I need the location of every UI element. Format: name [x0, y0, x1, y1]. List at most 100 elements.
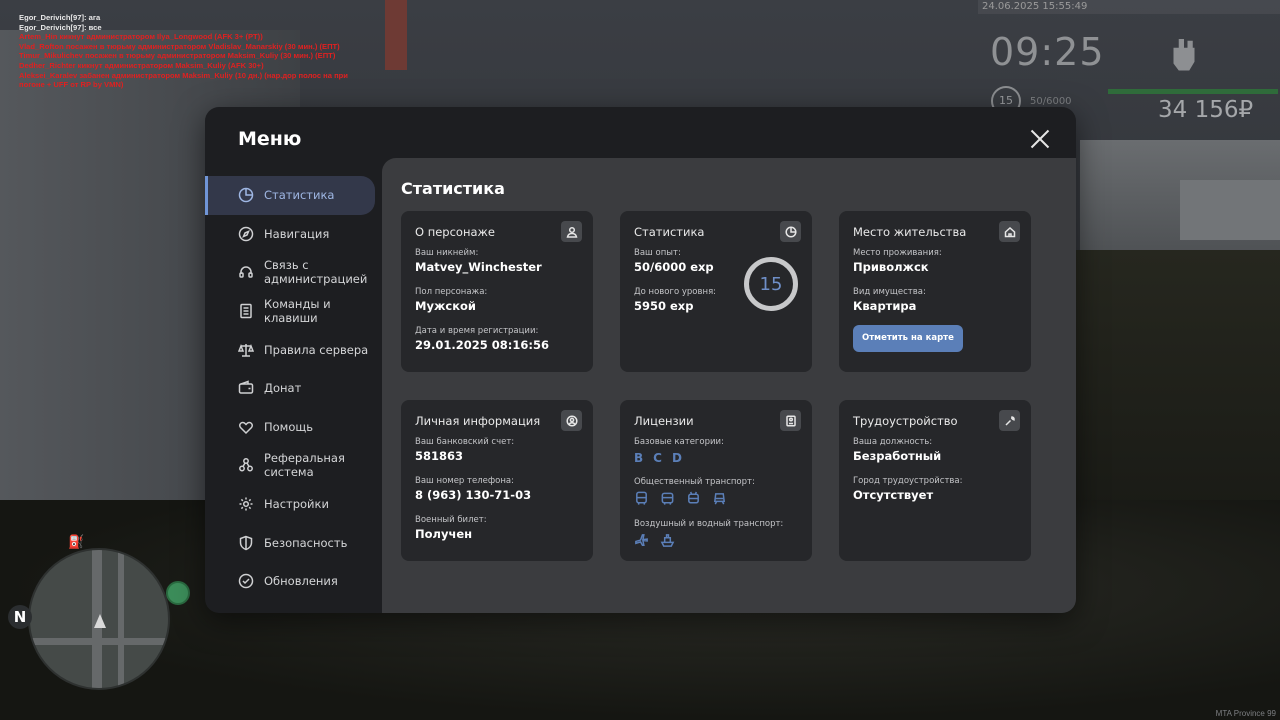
keyboard-list-icon	[237, 302, 255, 320]
residence-place-label: Место проживания:	[853, 248, 942, 258]
sidebar-item-admin-contact[interactable]: Связь с администрацией	[205, 253, 381, 292]
hud-datetime: 24.06.2025 15:55:49	[978, 0, 1280, 14]
license-category: D	[671, 451, 682, 465]
chat-line: Dedher_Richter кикнут администратором Ma…	[19, 60, 264, 70]
health-bar	[1108, 89, 1278, 94]
sidebar-item-navigation[interactable]: Навигация	[205, 215, 381, 254]
sidebar-item-label: Правила сервера	[264, 342, 369, 357]
residence-place-value: Приволжск	[853, 260, 929, 274]
sidebar-item-label: Обновления	[264, 574, 338, 589]
hud-money: 34 156₽	[1158, 97, 1254, 123]
sidebar-item-commands[interactable]: Команды и клавиши	[205, 292, 381, 331]
base-categories: B C D	[634, 451, 798, 465]
level-ring: 15	[744, 257, 798, 311]
tram-icon	[712, 491, 728, 507]
military-id-value: Получен	[415, 527, 473, 541]
check-circle-icon	[237, 572, 255, 590]
wallet-icon	[237, 379, 255, 397]
shield-icon	[237, 534, 255, 552]
gender-value: Мужской	[415, 299, 476, 313]
sidebar-item-rules[interactable]: Правила сервера	[205, 330, 381, 369]
registration-value: 29.01.2025 08:16:56	[415, 338, 549, 352]
user-icon	[561, 221, 582, 242]
card-residence: Место жительства Место проживания: Приво…	[839, 211, 1031, 372]
chat-line: Timur_Mikulichev посажен в тюрьму админи…	[19, 51, 336, 61]
bus-stop-icon	[166, 581, 190, 605]
sidebar-item-label: Донат	[264, 381, 302, 396]
sidebar-item-label: Команды и клавиши	[264, 297, 331, 326]
sidebar-item-security[interactable]: Безопасность	[205, 523, 381, 562]
position-value: Безработный	[853, 449, 942, 463]
menu-title: Меню	[238, 128, 302, 150]
property-type-value: Квартира	[853, 299, 917, 313]
bank-account-value: 581863	[415, 449, 464, 463]
air-water-licenses	[634, 533, 798, 549]
property-type-label: Вид имущества:	[853, 287, 926, 297]
card-title: О персонаже	[415, 225, 495, 239]
card-personal-info: Личная информация Ваш банковский счет: 5…	[401, 400, 593, 561]
chat-line: Egor_Derivich[97]: ага	[19, 13, 101, 22]
card-title: Лицензии	[634, 414, 694, 428]
phone-label: Ваш номер телефона:	[415, 476, 514, 486]
chat-line: Vlad_Rofton посажен в тюрьму администрат…	[19, 41, 340, 51]
tools-icon	[999, 410, 1020, 431]
sidebar-item-settings[interactable]: Настройки	[205, 485, 381, 524]
card-persona: О персонаже Ваш никнейм: Matvey_Winchest…	[401, 211, 593, 372]
position-label: Ваша должность:	[853, 437, 933, 447]
nickname-label: Ваш никнейм:	[415, 248, 479, 258]
player-arrow-icon	[94, 614, 106, 628]
sidebar-item-label: Настройки	[264, 497, 329, 512]
sidebar-item-help[interactable]: Помощь	[205, 408, 381, 447]
fist-icon	[1163, 32, 1205, 74]
chat-line: Aleksei_Karalev забанен администратором …	[19, 70, 348, 90]
headset-icon	[237, 263, 255, 281]
boat-icon	[660, 533, 676, 549]
chimney	[385, 0, 407, 70]
gear-icon	[237, 495, 255, 513]
scales-icon	[237, 341, 255, 359]
sidebar-item-label: Безопасность	[264, 535, 348, 550]
card-title: Трудоустройство	[853, 414, 958, 428]
card-title: Место жительства	[853, 225, 967, 239]
chat-line: Artem_Hin кикнут администратором Ilya_Lo…	[19, 32, 263, 42]
id-card-icon	[780, 410, 801, 431]
public-transport-label: Общественный транспорт:	[634, 477, 755, 487]
menu-sidebar: Статистика Навигация Связь с администрац…	[205, 176, 381, 601]
air-water-transport-label: Воздушный и водный транспорт:	[634, 519, 784, 529]
gender-label: Пол персонажа:	[415, 287, 488, 297]
menu-window: Меню Статистика Навигация Связь с админи…	[205, 107, 1076, 613]
hud-exp: 50/6000	[1030, 96, 1072, 107]
minimap	[28, 548, 170, 690]
map-road	[30, 638, 168, 645]
stats-content: Статистика О персонаже Ваш никнейм: Matv…	[382, 158, 1076, 613]
card-statistics: Статистика Ваш опыт: 50/6000 exp До ново…	[620, 211, 812, 372]
compass-north-icon: N	[8, 605, 32, 629]
fuel-station-icon: ⛽	[68, 535, 85, 550]
employment-city-value: Отсутствует	[853, 488, 934, 502]
hud-clock: 09:25	[990, 30, 1105, 74]
server-watermark: MTA Province 99	[1215, 709, 1276, 718]
map-road	[118, 550, 124, 688]
sidebar-item-label: Помощь	[264, 419, 314, 434]
nickname-value: Matvey_Winchester	[415, 260, 542, 274]
sidebar-item-updates[interactable]: Обновления	[205, 562, 381, 601]
close-icon[interactable]	[1028, 127, 1052, 151]
sidebar-item-label: Связь с администрацией	[264, 258, 368, 287]
mark-on-map-button[interactable]: Отметить на карте	[853, 325, 963, 352]
pie-chart-icon	[237, 186, 255, 204]
building-right-roof	[1180, 180, 1280, 240]
public-transport-licenses	[634, 491, 798, 507]
card-licenses: Лицензии Базовые категории: B C D Общест…	[620, 400, 812, 561]
phone-value: 8 (963) 130-71-03	[415, 488, 532, 502]
employment-city-label: Город трудоустройства:	[853, 476, 963, 486]
sidebar-item-statistics[interactable]: Статистика	[205, 176, 375, 215]
ground-right	[1076, 250, 1280, 510]
user-circle-icon	[561, 410, 582, 431]
sidebar-item-label: Навигация	[264, 226, 330, 241]
sidebar-item-referral[interactable]: Реферальная система	[205, 446, 381, 485]
license-category: B	[634, 451, 644, 465]
chat-log: Egor_Derivich[97]: ага Egor_Derivich[97]…	[19, 13, 349, 90]
sidebar-item-donate[interactable]: Донат	[205, 369, 381, 408]
card-title: Статистика	[634, 225, 705, 239]
license-category: C	[653, 451, 662, 465]
